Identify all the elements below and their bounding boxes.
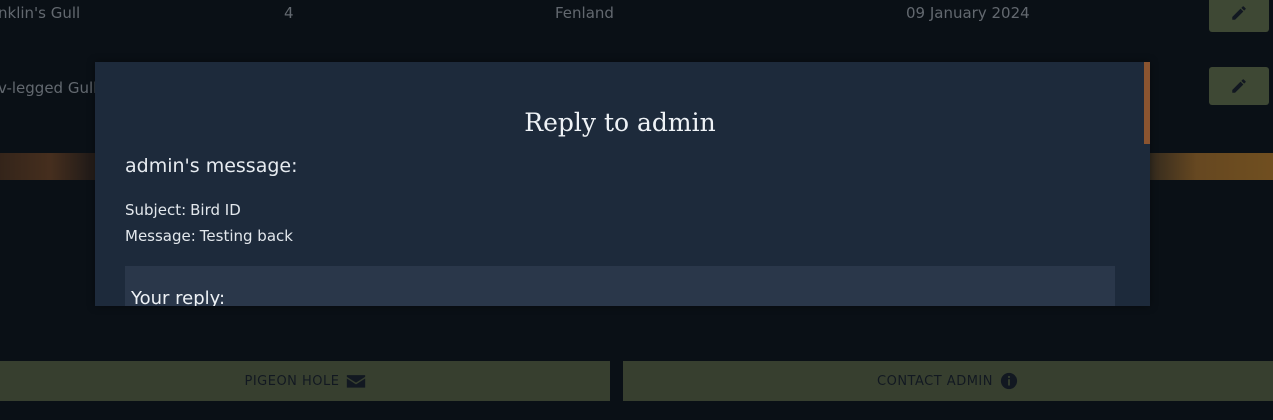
message-label: Message: xyxy=(125,227,196,245)
subject-line: Subject: Bird ID xyxy=(125,201,241,219)
message-line: Message: Testing back xyxy=(125,227,293,245)
message-heading: admin's message: xyxy=(125,155,298,177)
modal-title: Reply to admin xyxy=(524,108,716,137)
message-value: Testing back xyxy=(199,227,293,245)
subject-value: Bird ID xyxy=(190,201,241,219)
subject-label: Subject: xyxy=(125,201,187,219)
reply-modal: Reply to admin admin's message: Subject:… xyxy=(95,62,1150,306)
reply-heading: Your reply: xyxy=(131,288,226,306)
reply-panel: Your reply: xyxy=(125,266,1115,306)
